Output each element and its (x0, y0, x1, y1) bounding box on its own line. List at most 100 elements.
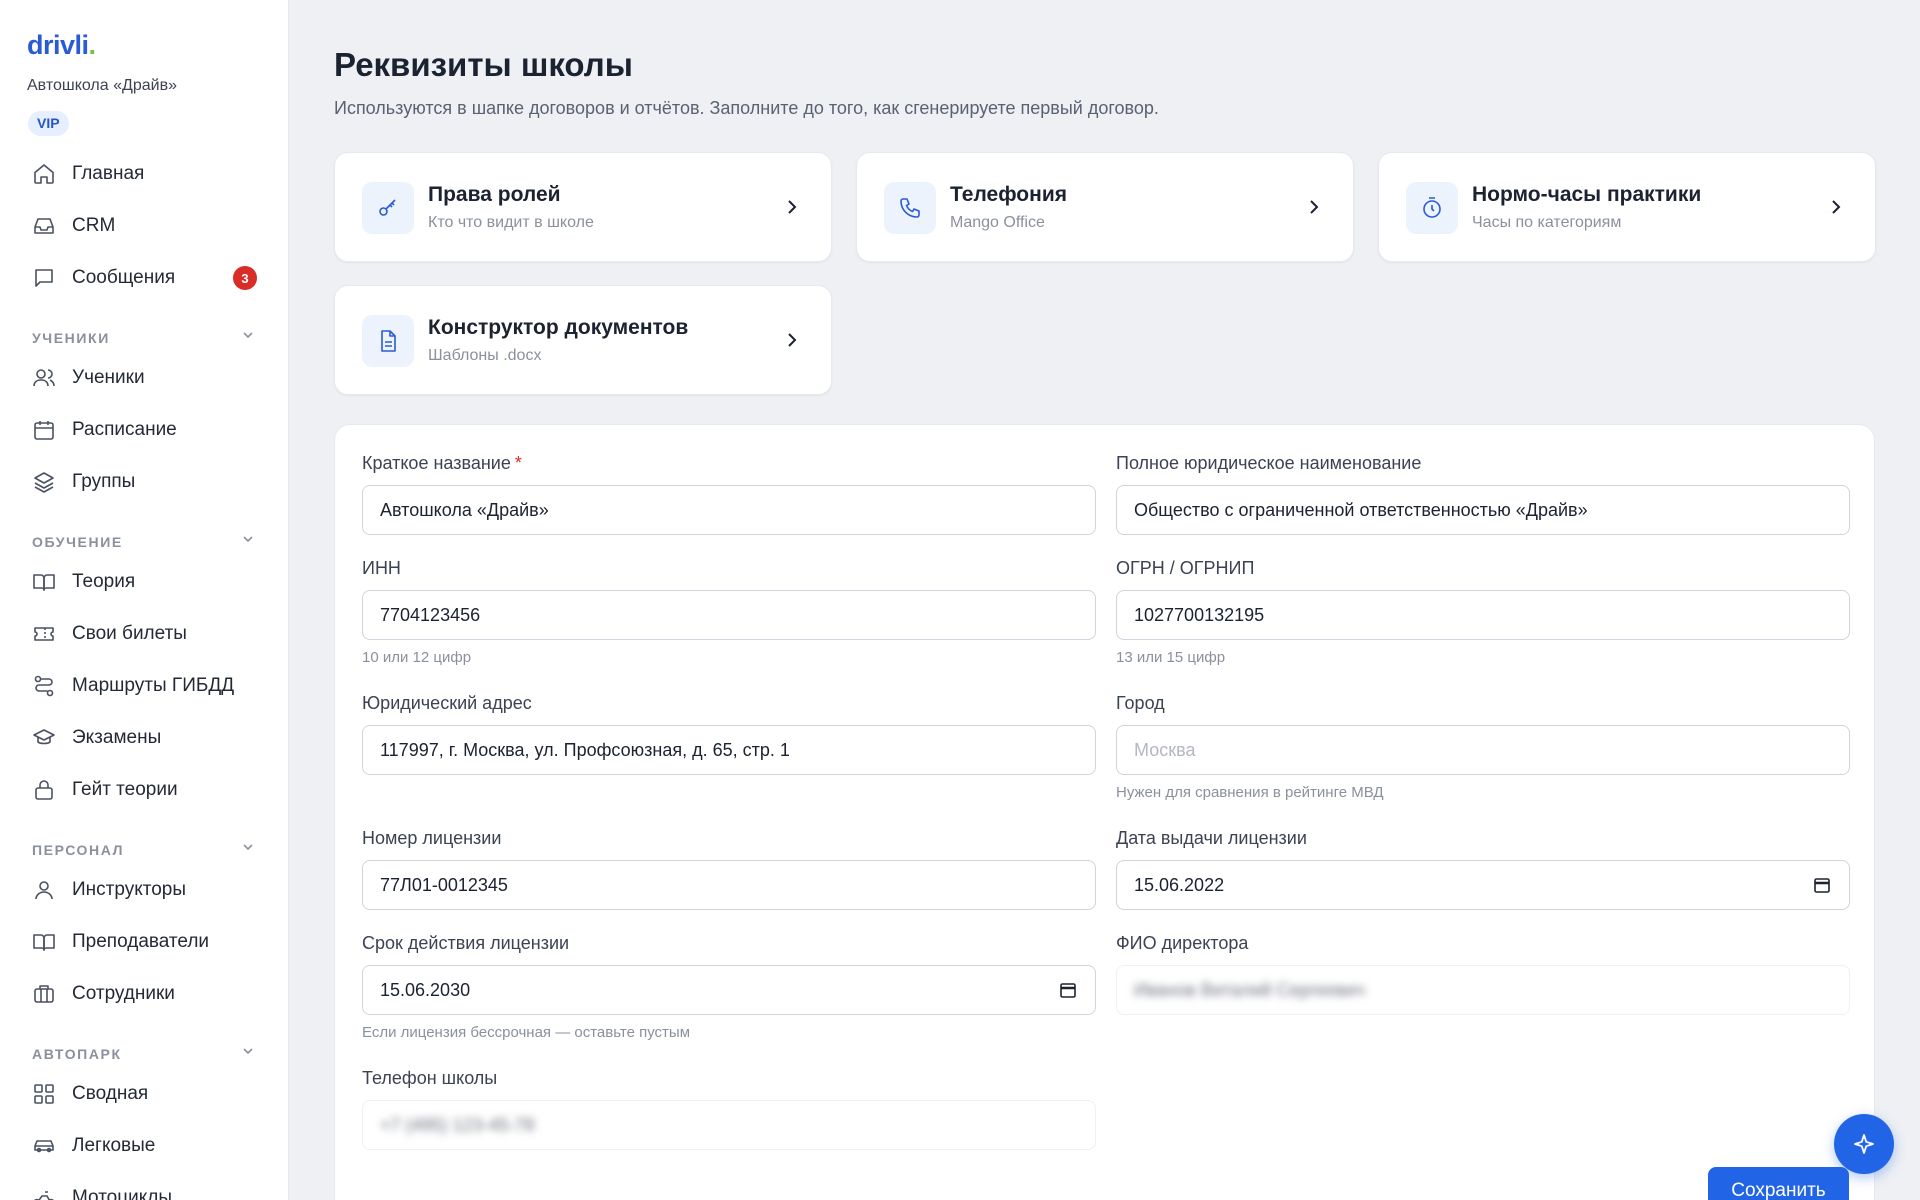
card-title: Телефония (950, 183, 1067, 206)
layers-icon (32, 470, 56, 494)
vip-badge: VIP (28, 111, 69, 136)
inbox-icon (32, 214, 56, 238)
card-title: Нормо-часы практики (1472, 183, 1702, 206)
inn-field: ИНН 7704123456 10 или 12 цифр (362, 558, 1096, 666)
chevron-right-icon (1310, 200, 1319, 214)
message-icon (32, 266, 56, 290)
card-subtitle: Кто что видит в школе (428, 214, 594, 231)
license-expiry-input[interactable]: 15.06.2030 (362, 965, 1096, 1015)
input-value: Автошкола «Драйв» (380, 499, 549, 520)
field-hint: 13 или 15 цифр (1116, 649, 1226, 666)
legal-address-input[interactable]: 117997, г. Москва, ул. Профсоюзная, д. 6… (362, 725, 1096, 775)
calendar-icon[interactable] (1813, 876, 1831, 894)
card-role-permissions[interactable]: Права ролей Кто что видит в школе (334, 152, 832, 262)
sidebar-item-cars[interactable]: Легковые (0, 1120, 288, 1172)
briefcase-icon (32, 982, 56, 1006)
sidebar-item-messages[interactable]: Сообщения 3 (0, 252, 288, 304)
license-date-field: Дата выдачи лицензии 15.06.2022 (1116, 828, 1850, 910)
sidebar-nav: Главная CRM Сообщения 3 УЧЕНИКИ Ученики … (0, 148, 288, 1200)
field-label: Дата выдачи лицензии (1116, 828, 1307, 848)
card-title: Конструктор документов (428, 316, 689, 339)
short-name-field: Краткое название * Автошкола «Драйв» (362, 453, 1096, 535)
sidebar-item-label: Главная (72, 163, 145, 184)
field-label: Город (1116, 693, 1165, 713)
chevron-right-icon (1832, 200, 1841, 214)
card-practice-hours[interactable]: Нормо-часы практики Часы по категориям (1378, 152, 1876, 262)
document-icon (362, 315, 414, 367)
main-content: Реквизиты школы Используются в шапке дог… (289, 0, 1920, 1200)
field-label: Юридический адрес (362, 693, 532, 713)
field-label: ОГРН / ОГРНИП (1116, 558, 1255, 578)
chevron-down-icon (243, 332, 253, 339)
sidebar-section-students[interactable]: УЧЕНИКИ (0, 304, 288, 352)
sidebar-item-tickets[interactable]: Свои билеты (0, 608, 288, 660)
save-button[interactable]: Сохранить (1708, 1167, 1849, 1200)
lock-icon (32, 778, 56, 802)
field-label: ФИО директора (1116, 933, 1249, 953)
sidebar-item-teachers[interactable]: Преподаватели (0, 916, 288, 968)
sidebar-item-label: Преподаватели (72, 931, 210, 952)
ogrn-input[interactable]: 1027700132195 (1116, 590, 1850, 640)
license-date-input[interactable]: 15.06.2022 (1116, 860, 1850, 910)
car-icon (32, 1134, 56, 1158)
key-icon (362, 182, 414, 234)
app-logo[interactable]: drivli. (27, 30, 96, 61)
input-value: 15.06.2030 (380, 979, 471, 1000)
school-phone-input[interactable]: +7 (495) 123-45-78 (362, 1100, 1096, 1150)
home-icon (32, 162, 56, 186)
input-value: 77Л01-0012345 (380, 874, 508, 895)
sidebar-item-label: Сообщения (72, 267, 176, 288)
sidebar-item-schedule[interactable]: Расписание (0, 404, 288, 456)
card-telephony[interactable]: Телефония Mango Office (856, 152, 1354, 262)
sidebar-item-employees[interactable]: Сотрудники (0, 968, 288, 1020)
users-icon (32, 366, 56, 390)
book-icon (32, 570, 56, 594)
sidebar-item-groups[interactable]: Группы (0, 456, 288, 508)
sidebar-section-fleet[interactable]: АВТОПАРК (0, 1020, 288, 1068)
sidebar-section-staff[interactable]: ПЕРСОНАЛ (0, 816, 288, 864)
input-placeholder: Москва (1134, 739, 1196, 760)
full-name-input[interactable]: Общество с ограниченной ответственностью… (1116, 485, 1850, 535)
sidebar-item-crm[interactable]: CRM (0, 200, 288, 252)
ai-assistant-button[interactable] (1834, 1114, 1894, 1174)
sidebar-item-label: Сотрудники (72, 983, 175, 1004)
card-document-builder[interactable]: Конструктор документов Шаблоны .docx (334, 285, 832, 395)
input-value: 1027700132195 (1134, 604, 1265, 625)
input-value: 15.06.2022 (1134, 874, 1225, 895)
school-name: Автошкола «Драйв» (27, 77, 177, 94)
legal-address-field: Юридический адрес 117997, г. Москва, ул.… (362, 693, 1096, 775)
sidebar-item-routes[interactable]: Маршруты ГИБДД (0, 660, 288, 712)
timer-icon (1406, 182, 1458, 234)
sidebar-item-label: Ученики (72, 367, 145, 388)
inn-input[interactable]: 7704123456 (362, 590, 1096, 640)
calendar-icon[interactable] (1059, 981, 1077, 999)
short-name-input[interactable]: Автошкола «Драйв» (362, 485, 1096, 535)
logo-text: drivli (27, 30, 89, 60)
chevron-down-icon (243, 1048, 253, 1055)
sidebar-item-label: Мотоциклы (72, 1187, 173, 1200)
director-input[interactable]: Иванов Виталий Сергеевич (1116, 965, 1850, 1015)
sidebar-item-label: Гейт теории (72, 779, 178, 800)
input-value: +7 (495) 123-45-78 (380, 1114, 535, 1135)
sidebar-item-label: Сводная (72, 1083, 149, 1104)
sidebar-item-summary[interactable]: Сводная (0, 1068, 288, 1120)
sidebar-item-theory-gate[interactable]: Гейт теории (0, 764, 288, 816)
sidebar-item-theory[interactable]: Теория (0, 556, 288, 608)
card-subtitle: Часы по категориям (1472, 214, 1622, 231)
card-title: Права ролей (428, 183, 561, 206)
chevron-down-icon (243, 844, 253, 851)
city-input[interactable]: Москва (1116, 725, 1850, 775)
sidebar-item-exams[interactable]: Экзамены (0, 712, 288, 764)
sidebar-item-motorcycles[interactable]: Мотоциклы (0, 1172, 288, 1200)
sidebar-item-label: Легковые (72, 1135, 156, 1156)
license-number-field: Номер лицензии 77Л01-0012345 (362, 828, 1096, 910)
sidebar-item-home[interactable]: Главная (0, 148, 288, 200)
chevron-right-icon (788, 333, 797, 347)
license-number-input[interactable]: 77Л01-0012345 (362, 860, 1096, 910)
section-title: УЧЕНИКИ (32, 330, 110, 346)
route-icon (32, 674, 56, 698)
sidebar-item-students[interactable]: Ученики (0, 352, 288, 404)
sidebar-item-instructors[interactable]: Инструкторы (0, 864, 288, 916)
sidebar-item-label: Маршруты ГИБДД (72, 675, 235, 696)
sidebar-section-learning[interactable]: ОБУЧЕНИЕ (0, 508, 288, 556)
